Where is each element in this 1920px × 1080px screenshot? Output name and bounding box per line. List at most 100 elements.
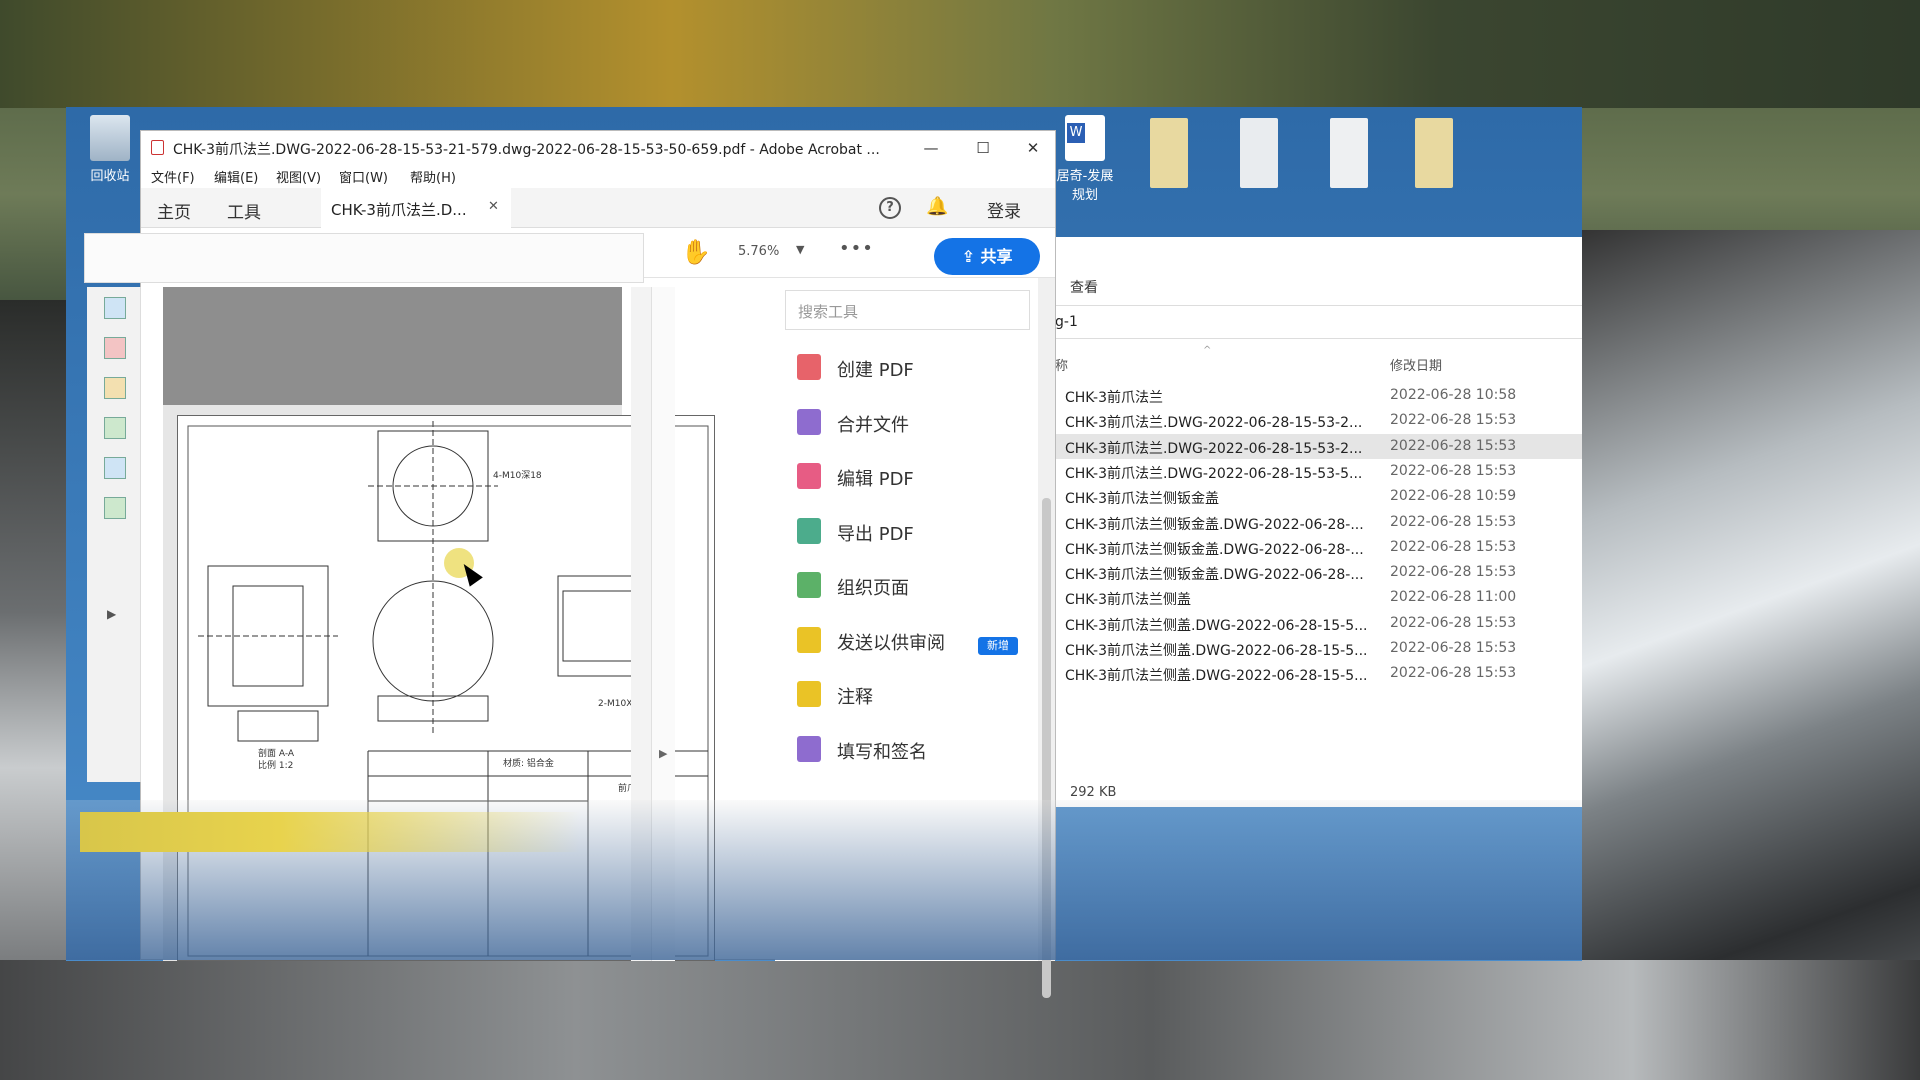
- tool-label: 合并文件: [837, 414, 909, 436]
- column-header-name[interactable]: 称: [1055, 355, 1068, 374]
- glitch-stripe: [80, 812, 580, 852]
- file-row[interactable]: CHK-3前爪法兰 2022-06-28 10:58: [1055, 383, 1582, 408]
- export-pdf-icon: [797, 517, 821, 544]
- maximize-button[interactable]: ☐: [963, 135, 1003, 161]
- file-row[interactable]: CHK-3前爪法兰侧盖 2022-06-28 11:00: [1055, 585, 1582, 610]
- desktop-file-icon[interactable]: [1240, 118, 1278, 188]
- file-name: CHK-3前爪法兰.DWG-2022-06-28-15-53-5...: [1065, 465, 1363, 482]
- file-row[interactable]: CHK-3前爪法兰侧钣金盖 2022-06-28 10:59: [1055, 484, 1582, 509]
- desktop-file-icon[interactable]: [1330, 118, 1368, 188]
- column-header-date[interactable]: 修改日期: [1390, 355, 1442, 374]
- share-label: 共享: [980, 247, 1013, 266]
- desktop-folder-icon[interactable]: [1150, 118, 1188, 188]
- word-document-label: 居奇-发展规划: [1056, 169, 1114, 203]
- word-document-icon[interactable]: 居奇-发展规划: [1055, 115, 1115, 203]
- tab-tools[interactable]: 工具: [227, 198, 261, 223]
- file-date: 2022-06-28 10:59: [1390, 488, 1517, 505]
- tool-item[interactable]: 注释: [795, 675, 1035, 715]
- address-path: g-1: [1055, 314, 1078, 330]
- thumbnail-icon[interactable]: [104, 497, 126, 519]
- file-row[interactable]: CHK-3前爪法兰侧钣金盖.DWG-2022-06-28-... 2022-06-…: [1055, 535, 1582, 560]
- file-name: CHK-3前爪法兰侧钣金盖.DWG-2022-06-28-...: [1065, 516, 1364, 533]
- wallpaper-top: [0, 0, 1920, 108]
- tool-label: 组织页面: [837, 578, 909, 599]
- file-name: CHK-3前爪法兰侧盖.DWG-2022-06-28-15-5...: [1065, 617, 1368, 634]
- file-date: 2022-06-28 11:00: [1390, 589, 1517, 606]
- tab-bar: 主页 工具 CHK-3前爪法兰.D... ✕ ? 🔔 登录: [141, 188, 1055, 228]
- tool-item[interactable]: 合并文件: [795, 403, 1035, 443]
- login-button[interactable]: 登录: [987, 197, 1021, 222]
- desktop-folder-icon[interactable]: [1415, 118, 1453, 188]
- tool-item[interactable]: 创建 PDF: [795, 348, 1035, 388]
- thumbnail-icon[interactable]: [104, 377, 126, 399]
- file-row[interactable]: CHK-3前爪法兰侧钣金盖.DWG-2022-06-28-... 2022-06-…: [1055, 560, 1582, 585]
- share-button[interactable]: ⇪ 共享: [934, 238, 1040, 275]
- expand-panel-icon[interactable]: ▶: [659, 747, 667, 760]
- file-row[interactable]: CHK-3前爪法兰.DWG-2022-06-28-15-53-5... 2022-…: [1055, 459, 1582, 484]
- thumbnail-icon[interactable]: [104, 337, 126, 359]
- thumbnail-strip: ▶: [87, 287, 141, 782]
- menu-view[interactable]: 视图(V): [276, 167, 321, 186]
- thumbnail-icon[interactable]: [104, 297, 126, 319]
- file-row[interactable]: CHK-3前爪法兰侧盖.DWG-2022-06-28-15-5... 2022-0…: [1055, 611, 1582, 636]
- combine-files-icon: [797, 408, 821, 435]
- ribbon-tab-view[interactable]: 查看: [1070, 277, 1098, 297]
- tab-document[interactable]: CHK-3前爪法兰.D... ✕: [321, 188, 511, 228]
- more-options-icon[interactable]: •••: [839, 238, 874, 259]
- drawing-label-1: 4-M10深18: [493, 470, 542, 481]
- tool-item[interactable]: 编辑 PDF: [795, 457, 1035, 497]
- drawing-label-7: 材质: 铝合金: [503, 757, 554, 769]
- pdf-file-icon: [151, 140, 164, 155]
- file-date: 2022-06-28 15:53: [1390, 412, 1517, 429]
- menu-help[interactable]: 帮助(H): [410, 167, 456, 186]
- file-row[interactable]: CHK-3前爪法兰侧盖.DWG-2022-06-28-15-5... 2022-0…: [1055, 636, 1582, 661]
- zoom-level[interactable]: 5.76%: [738, 244, 779, 259]
- tool-item[interactable]: 组织页面: [795, 566, 1035, 606]
- file-name: CHK-3前爪法兰侧盖: [1065, 592, 1191, 609]
- close-button[interactable]: ✕: [1013, 135, 1053, 161]
- wallpaper-bottom: [0, 960, 1920, 1080]
- new-badge: 新增: [978, 637, 1018, 655]
- file-name: CHK-3前爪法兰.DWG-2022-06-28-15-53-2...: [1065, 415, 1363, 432]
- search-tools-input[interactable]: 搜索工具: [785, 290, 1030, 330]
- drawing-label-4: 比例 1:2: [258, 759, 293, 771]
- page-top-gap: [163, 287, 622, 405]
- file-row[interactable]: CHK-3前爪法兰侧盖.DWG-2022-06-28-15-5... 2022-0…: [1055, 661, 1582, 686]
- fill-sign-icon: [797, 735, 821, 762]
- drawing-label-3: 剖面 A-A: [258, 747, 295, 759]
- floating-input-bar[interactable]: [84, 233, 644, 283]
- file-name: CHK-3前爪法兰: [1065, 390, 1163, 406]
- thumbnail-icon[interactable]: [104, 417, 126, 439]
- recycle-bin-label: 回收站: [90, 169, 130, 184]
- tool-label: 创建 PDF: [837, 360, 914, 381]
- tool-item[interactable]: 填写和签名: [795, 730, 1035, 770]
- file-name: CHK-3前爪法兰.DWG-2022-06-28-15-53-2...: [1065, 440, 1363, 457]
- tool-label: 导出 PDF: [837, 523, 914, 545]
- address-bar[interactable]: g-1: [1055, 305, 1582, 339]
- file-row[interactable]: CHK-3前爪法兰侧钣金盖.DWG-2022-06-28-... 2022-06-…: [1055, 510, 1582, 535]
- tab-home[interactable]: 主页: [157, 198, 191, 223]
- word-glyph: [1065, 115, 1105, 161]
- minimize-button[interactable]: —: [911, 135, 951, 161]
- menu-window[interactable]: 窗口(W): [339, 167, 388, 186]
- wallpaper-right: [1580, 230, 1920, 1080]
- recycle-bin-icon[interactable]: 回收站: [80, 115, 140, 184]
- bell-icon[interactable]: 🔔: [926, 196, 948, 217]
- collapse-panel-icon[interactable]: ▶: [107, 607, 116, 621]
- file-row[interactable]: CHK-3前爪法兰.DWG-2022-06-28-15-53-2... 2022-…: [1055, 433, 1582, 459]
- recycle-bin-glyph: [90, 115, 130, 161]
- chevron-down-icon[interactable]: ▼: [796, 243, 804, 256]
- file-date: 2022-06-28 15:53: [1390, 665, 1517, 682]
- tab-close-icon[interactable]: ✕: [488, 199, 499, 214]
- help-icon[interactable]: ?: [879, 197, 901, 219]
- share-icon: ⇪: [961, 247, 981, 266]
- file-date: 2022-06-28 15:53: [1390, 640, 1517, 656]
- thumbnail-icon[interactable]: [104, 457, 126, 479]
- file-row[interactable]: CHK-3前爪法兰.DWG-2022-06-28-15-53-2... 2022-…: [1055, 408, 1582, 433]
- hand-tool-icon[interactable]: ✋: [681, 238, 711, 266]
- menu-file[interactable]: 文件(F): [151, 167, 195, 186]
- file-date: 2022-06-28 15:53: [1390, 538, 1517, 555]
- tool-item[interactable]: 导出 PDF: [795, 512, 1035, 552]
- menu-edit[interactable]: 编辑(E): [214, 167, 258, 186]
- tool-label: 发送以供审阅: [837, 632, 945, 654]
